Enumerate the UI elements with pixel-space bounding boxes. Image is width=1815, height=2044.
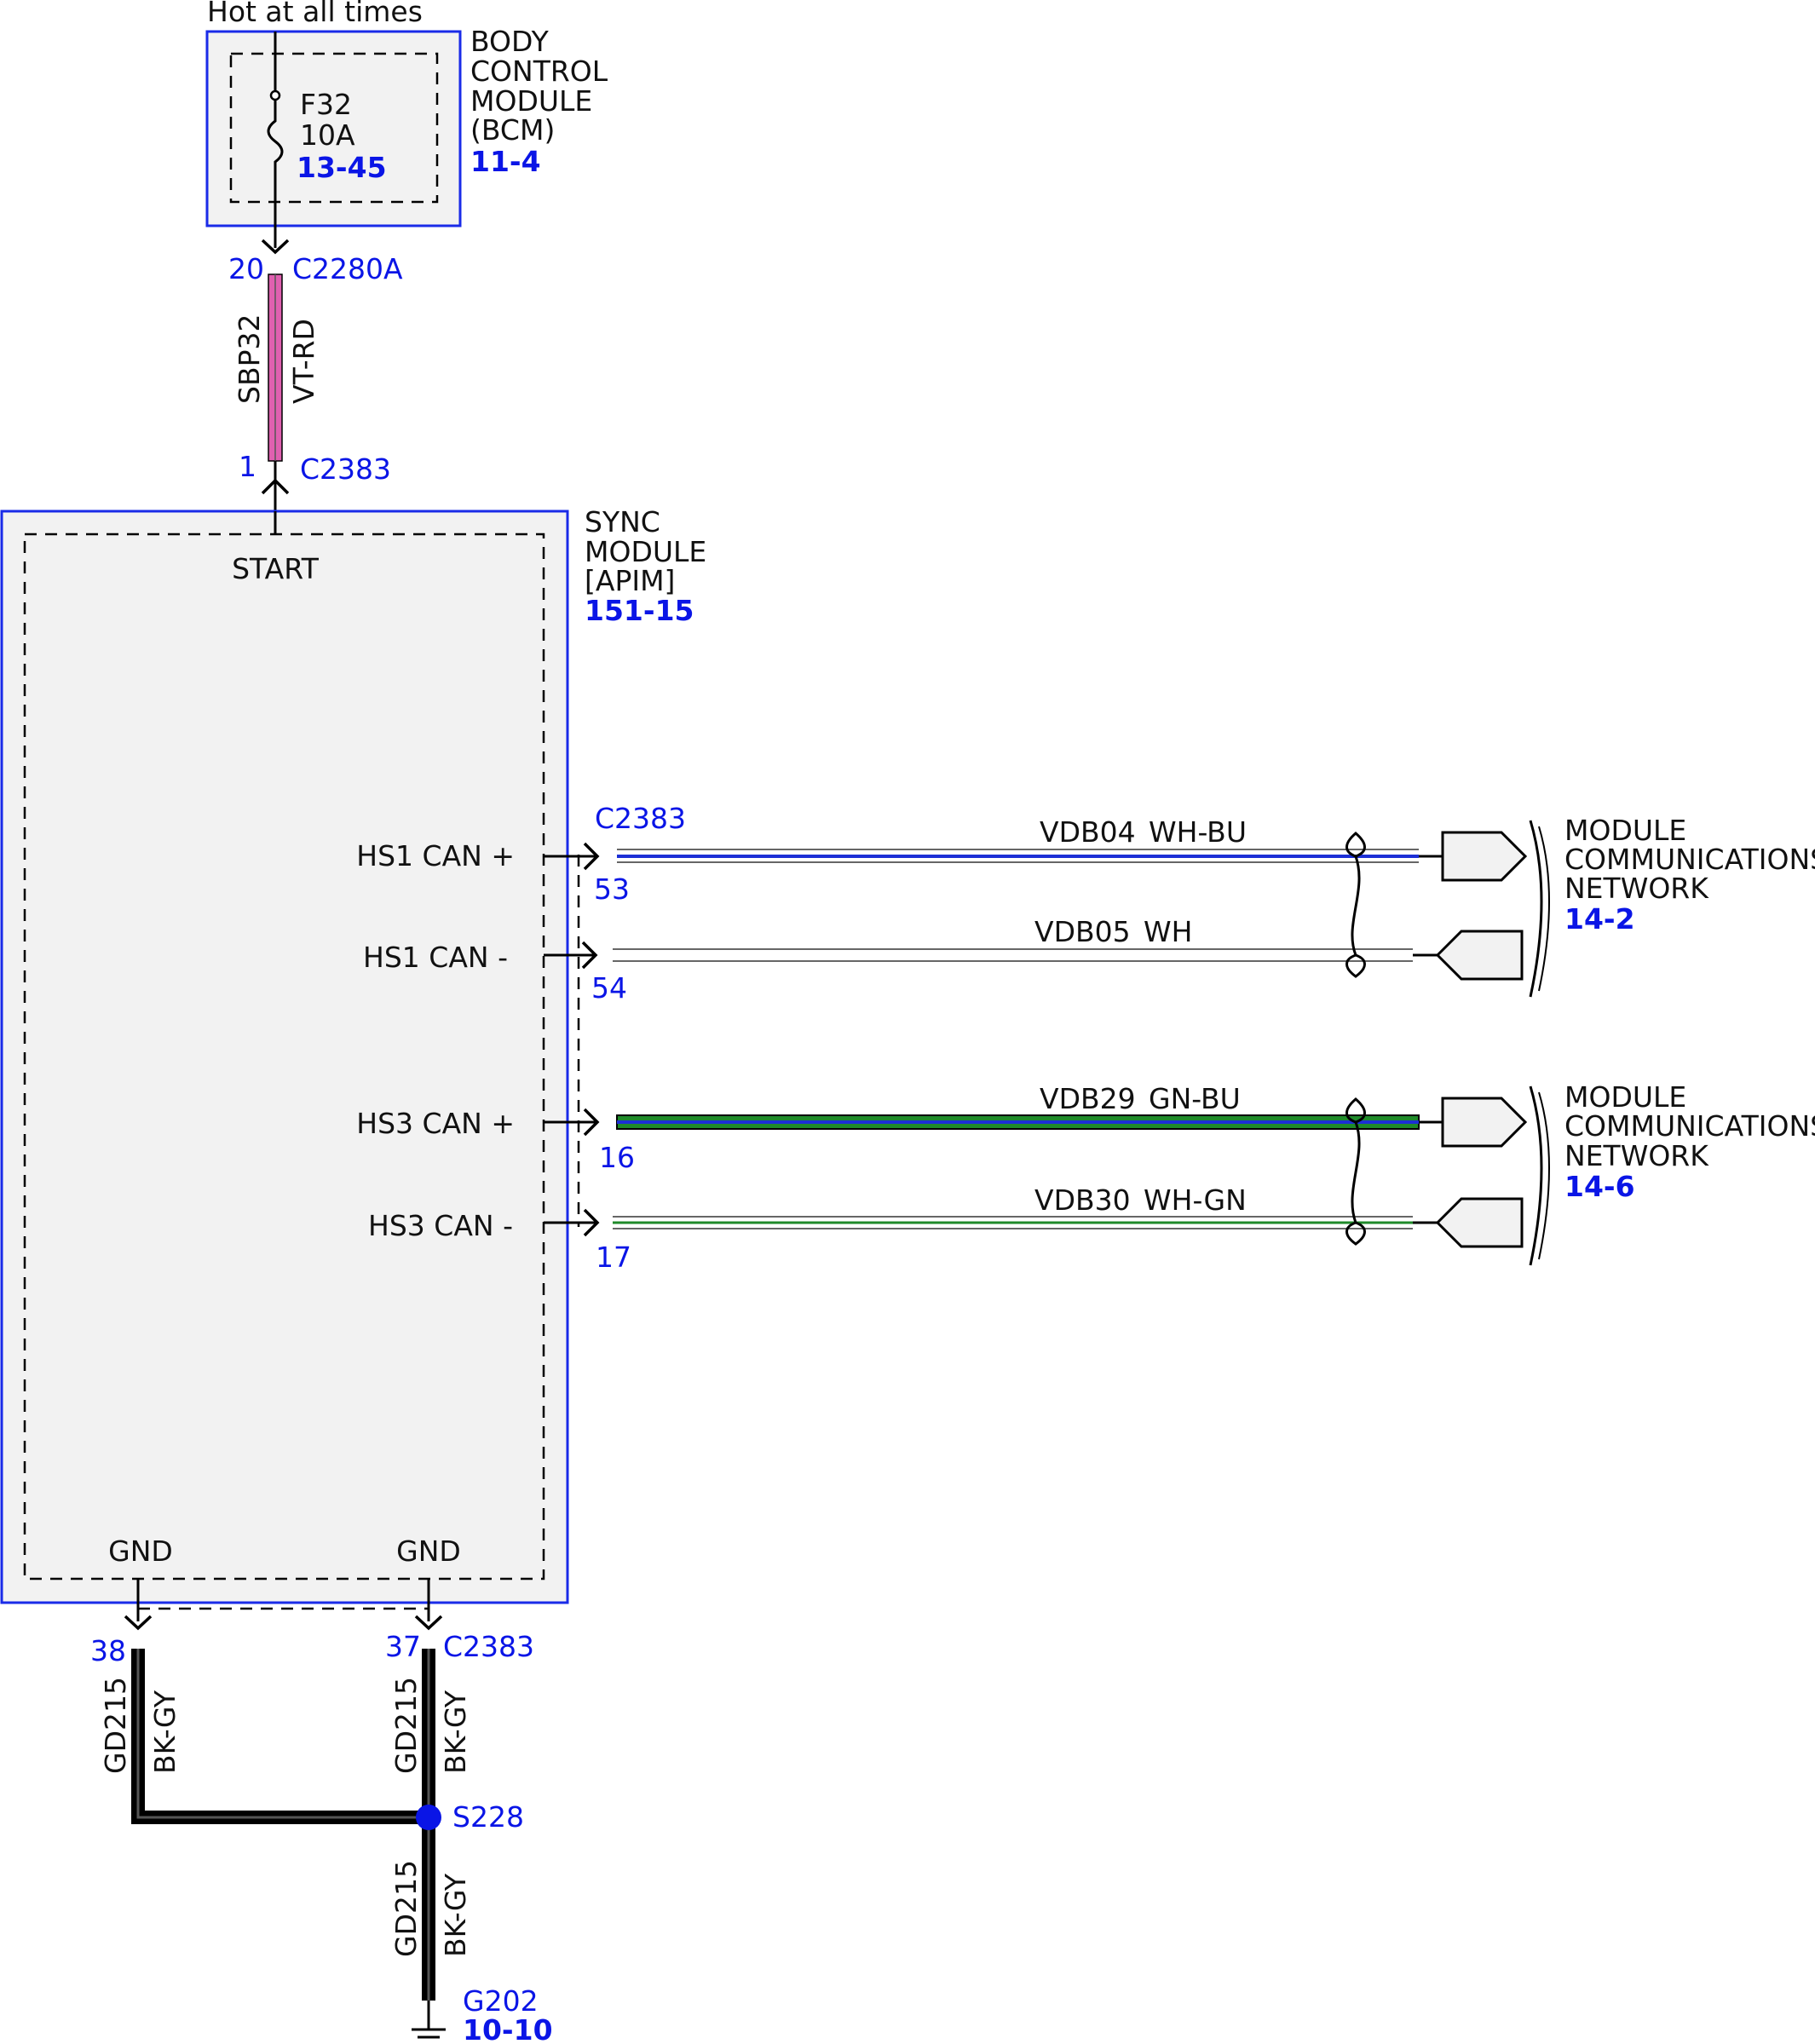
hs1-can-plus-label: HS1 CAN + (356, 839, 515, 872)
sync-ref-link[interactable]: 151-15 (585, 594, 694, 627)
bcm-ref-link[interactable]: 11-4 (470, 145, 541, 178)
c2280a-name[interactable]: C2280A (292, 252, 403, 285)
network-14-2-bracket (1529, 820, 1543, 998)
ground-left-circuit: GD215 (99, 1677, 132, 1774)
bcm-title-line4: (BCM) (470, 113, 555, 147)
vdb04-color: WH-BU (1149, 815, 1247, 849)
feed-wire-color: VT-RD (287, 319, 320, 404)
fuse-terminal (269, 89, 281, 101)
ground-wire-circuit: GD215 (389, 1860, 423, 1957)
vdb05-color: WH (1144, 915, 1192, 948)
c2280a-pin: 20 (228, 252, 264, 285)
network-14-6-plug-out-icon[interactable] (1441, 1097, 1528, 1148)
network-14-6-ref-link[interactable]: 14-6 (1564, 1170, 1635, 1203)
fuse-rating: 10A (300, 118, 355, 152)
hs1-can-minus-label: HS1 CAN - (363, 941, 508, 974)
pin-17: 17 (596, 1241, 631, 1274)
network-14-6-plug-in-icon[interactable] (1435, 1197, 1524, 1248)
sync-gnd-left-label: GND (108, 1534, 173, 1568)
ground-wire-color: BK-GY (439, 1873, 472, 1957)
ground-right-color: BK-GY (439, 1690, 472, 1774)
hs3-can-plus-label: HS3 CAN + (356, 1107, 515, 1140)
vdb29-color: GN-BU (1149, 1082, 1241, 1115)
hs3-can-minus-label: HS3 CAN - (368, 1209, 513, 1242)
c2383-top-pin: 1 (239, 450, 256, 483)
sync-title-line1: SYNC (585, 505, 660, 538)
splice-name[interactable]: S228 (452, 1800, 524, 1834)
sync-title-line3: [APIM] (585, 564, 675, 597)
ground-connector-name[interactable]: C2383 (443, 1630, 534, 1663)
gd215-left-wire[interactable] (131, 1649, 429, 1824)
pin-53: 53 (594, 872, 630, 906)
gd215-left-tracer (136, 1649, 429, 1819)
supply-label: Hot at all times (207, 0, 423, 28)
ground-right-circuit: GD215 (389, 1677, 423, 1774)
vdb29-circuit: VDB29 (1040, 1082, 1136, 1115)
network-14-6-bracket (1529, 1085, 1543, 1266)
bcm-title-line1: BODY (470, 25, 550, 58)
vdb05-circuit: VDB05 (1034, 915, 1131, 948)
sync-gnd-right-label: GND (396, 1534, 461, 1568)
network-14-2-plug-out-icon[interactable] (1441, 831, 1528, 882)
vdb30-color: WH-GN (1144, 1183, 1247, 1217)
pin-37: 37 (385, 1630, 421, 1663)
fuse-name: F32 (300, 88, 352, 121)
ground-point-ref-link[interactable]: 10-10 (463, 2013, 553, 2044)
vdb30-circuit: VDB30 (1034, 1183, 1131, 1217)
c2383-top-name[interactable]: C2383 (300, 452, 391, 486)
fuse-ref-link[interactable]: 13-45 (297, 151, 387, 184)
network-14-2-ref-link[interactable]: 14-2 (1564, 902, 1635, 936)
splice-s228-icon[interactable] (416, 1805, 441, 1830)
feed-wire-circuit: SBP32 (233, 314, 266, 404)
vdb04-circuit: VDB04 (1040, 815, 1136, 849)
can-connector-name[interactable]: C2383 (595, 802, 686, 835)
pin-38: 38 (90, 1634, 126, 1667)
bcm-title-line2: CONTROL (470, 55, 608, 88)
network-14-2-plug-in-icon[interactable] (1435, 930, 1524, 981)
ground-left-color: BK-GY (148, 1690, 182, 1774)
pin-16: 16 (599, 1141, 635, 1174)
wiring-diagram: Hot at all times F32 10A 13-45 BODY CONT… (0, 0, 1815, 2044)
network-14-2-line3: NETWORK (1564, 872, 1709, 905)
network-14-6-line2: COMMUNICATIONS (1564, 1109, 1815, 1143)
network-14-6-line3: NETWORK (1564, 1139, 1709, 1172)
pin-54: 54 (591, 971, 627, 1005)
sync-start-label: START (232, 552, 320, 585)
sync-module-box[interactable] (0, 510, 569, 1604)
